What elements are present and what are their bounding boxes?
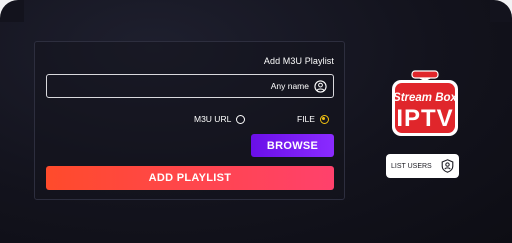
stream-box-iptv-logo: Stream Box IPTV xyxy=(392,70,458,136)
user-shield-icon xyxy=(441,159,454,173)
app-screen: Add M3U Playlist M3U URL FILE BROWSE ADD… xyxy=(0,0,512,243)
panel-title: Add M3U Playlist xyxy=(263,56,334,66)
user-circle-icon xyxy=(314,80,327,93)
svg-text:Stream Box: Stream Box xyxy=(393,92,458,104)
screen-corner xyxy=(490,0,512,22)
svg-text:IPTV: IPTV xyxy=(396,105,453,132)
radio-file-label: FILE xyxy=(297,114,315,124)
add-playlist-button[interactable]: ADD PLAYLIST xyxy=(46,166,334,190)
radio-file[interactable]: FILE xyxy=(297,112,329,126)
list-users-label: LIST USERS xyxy=(391,162,432,170)
playlist-name-input[interactable] xyxy=(51,75,309,97)
radio-file-button[interactable] xyxy=(319,114,329,124)
playlist-name-field[interactable] xyxy=(46,74,334,98)
browse-button[interactable]: BROWSE xyxy=(251,134,334,157)
radio-m3u-url[interactable]: M3U URL xyxy=(194,112,246,126)
radio-m3u-url-button[interactable] xyxy=(236,114,246,124)
radio-m3u-url-label: M3U URL xyxy=(194,114,232,124)
screen-corner xyxy=(0,0,24,22)
add-playlist-panel: Add M3U Playlist M3U URL FILE BROWSE ADD… xyxy=(34,41,345,200)
list-users-button[interactable]: LIST USERS xyxy=(386,154,459,178)
